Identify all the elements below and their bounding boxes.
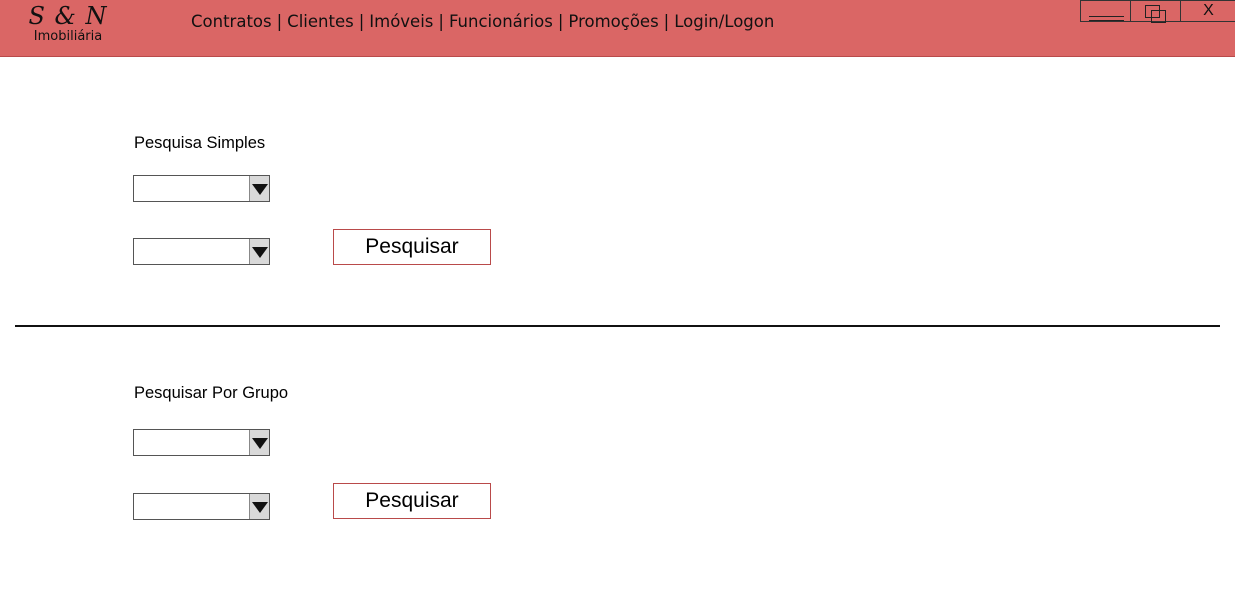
- main-nav: Contratos | Clientes | Imóveis | Funcionários |…: [191, 12, 774, 31]
- logo-mark: S & N: [28, 2, 108, 30]
- nav-item-login[interactable]: Login/Logon: [674, 12, 774, 31]
- dropdown-button[interactable]: [249, 176, 269, 201]
- group-search-button[interactable]: Pesquisar: [333, 483, 491, 519]
- dropdown-button[interactable]: [249, 239, 269, 264]
- nav-separator: |: [557, 12, 564, 31]
- nav-item-promocoes[interactable]: Promoções: [568, 12, 658, 31]
- caret-down-icon: [252, 247, 268, 258]
- nav-separator: |: [663, 12, 670, 31]
- section-divider: [15, 325, 1220, 327]
- minimize-button[interactable]: [1080, 0, 1131, 22]
- page: S & N Imobiliária Contratos | Clientes | Imó…: [0, 0, 1235, 599]
- nav-separator: |: [276, 12, 283, 31]
- caret-down-icon: [252, 184, 268, 195]
- nav-item-imoveis[interactable]: Imóveis: [369, 12, 433, 31]
- group-search-select-1[interactable]: [133, 429, 270, 456]
- maximize-button[interactable]: [1130, 0, 1181, 23]
- minimize-icon: [1089, 16, 1124, 21]
- restore-icon-back: [1151, 10, 1166, 23]
- close-button[interactable]: X: [1180, 0, 1235, 22]
- caret-down-icon: [252, 502, 268, 513]
- close-icon: X: [1203, 2, 1214, 19]
- simple-search-title: Pesquisa Simples: [134, 134, 266, 152]
- logo-subtitle: Imobiliária: [33, 29, 103, 44]
- logo: S & N Imobiliária: [22, 2, 114, 44]
- simple-search-button[interactable]: Pesquisar: [333, 229, 491, 265]
- nav-separator: |: [438, 12, 444, 31]
- nav-separator: |: [358, 12, 365, 31]
- nav-item-contratos[interactable]: Contratos: [191, 12, 272, 31]
- group-search-select-2[interactable]: [133, 493, 270, 520]
- caret-down-icon: [252, 438, 268, 449]
- top-bar: S & N Imobiliária Contratos | Clientes | Imó…: [0, 0, 1235, 57]
- simple-search-select-1[interactable]: [133, 175, 270, 202]
- group-search-title: Pesquisar Por Grupo: [134, 384, 289, 402]
- simple-search-select-2[interactable]: [133, 238, 270, 265]
- nav-item-clientes[interactable]: Clientes: [287, 12, 354, 31]
- nav-item-funcionarios[interactable]: Funcionários: [449, 12, 553, 31]
- dropdown-button[interactable]: [249, 430, 269, 455]
- dropdown-button[interactable]: [249, 494, 269, 519]
